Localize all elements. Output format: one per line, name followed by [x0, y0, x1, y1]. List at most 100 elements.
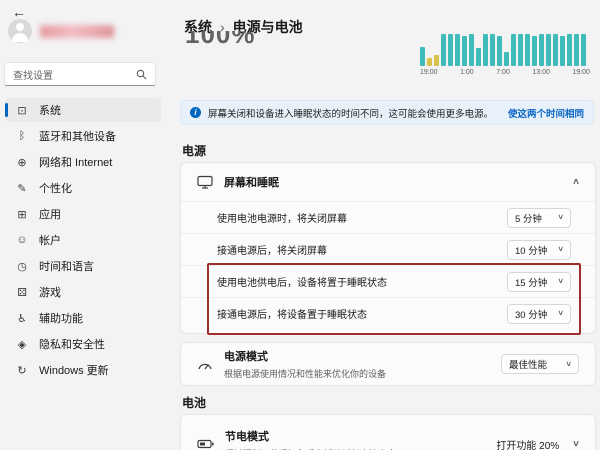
sidebar-item-label: 帐户: [39, 232, 61, 248]
chart-bar: [504, 52, 509, 66]
bluetooth-icon: ᛒ: [15, 130, 29, 142]
dropdown-value: 10 分钟: [515, 243, 547, 257]
sidebar-item-label: 应用: [39, 206, 61, 222]
chart-bar: [553, 34, 558, 66]
sleep-battery-dropdown[interactable]: 15 分钟 ˅: [507, 272, 571, 292]
sidebar-item-label: 蓝牙和其他设备: [39, 128, 116, 144]
back-button[interactable]: ←: [12, 4, 26, 20]
power-mode-card: 电源模式 根据电源使用情况和性能来优化你的设备 最佳性能 ˅: [180, 342, 596, 386]
screen-sleep-header[interactable]: 屏幕和睡眠 ˄: [181, 163, 595, 201]
sidebar-item-label: 系统: [39, 102, 61, 118]
chart-tick-label: 19:00: [572, 69, 590, 76]
sidebar-item-windows-update[interactable]: ↻ Windows 更新: [5, 358, 161, 382]
privacy-icon: ◈: [15, 338, 29, 351]
chart-bar: [462, 36, 467, 66]
chevron-down-icon: ˅: [566, 360, 571, 369]
setting-row-sleep-plugged: 接通电源后，将设备置于睡眠状态 30 分钟 ˅: [181, 297, 595, 329]
account-row[interactable]: [8, 19, 114, 43]
setting-row-screen-off-plugged: 接通电源后，将关闭屏幕 10 分钟 ˅: [181, 233, 595, 265]
power-mode-icon: [197, 358, 213, 371]
banner-link[interactable]: 使这两个时间相同: [508, 106, 584, 120]
chart-bar: [525, 34, 530, 66]
network-icon: ⊕: [15, 156, 29, 169]
search-input[interactable]: 查找设置: [4, 62, 156, 86]
setting-label: 接通电源后，将关闭屏幕: [217, 242, 327, 257]
chart-bar: [483, 34, 488, 66]
chevron-down-icon: ˅: [558, 213, 563, 222]
dropdown-value: 15 分钟: [515, 275, 547, 289]
battery-saver-value: 打开功能 20%: [496, 437, 559, 450]
chart-bar: [427, 58, 432, 66]
setting-label: 接通电源后，将设备置于睡眠状态: [217, 306, 367, 321]
sidebar-item-personalization[interactable]: ✎ 个性化: [5, 176, 161, 200]
chart-bar: [567, 34, 572, 66]
setting-label: 使用电池电源时，将关闭屏幕: [217, 210, 347, 225]
battery-saver-card: 节电模式 通过限制一些通知和后台活动延长电池寿命 打开功能 20% ˅: [180, 414, 596, 450]
power-mode-subtitle: 根据电源使用情况和性能来优化你的设备: [224, 367, 386, 380]
sidebar-item-bluetooth[interactable]: ᛒ 蓝牙和其他设备: [5, 124, 161, 148]
chevron-down-icon: ˅: [573, 439, 579, 450]
accounts-icon: ☺: [15, 234, 29, 246]
chevron-down-icon: ˅: [558, 245, 563, 254]
sidebar-item-privacy[interactable]: ◈ 隐私和安全性: [5, 332, 161, 356]
sidebar-item-label: 隐私和安全性: [39, 336, 105, 352]
chart-bar: [581, 34, 586, 66]
chart-bars: [420, 34, 590, 66]
chevron-down-icon: ˅: [558, 277, 563, 286]
power-mode-dropdown[interactable]: 最佳性能 ˅: [501, 354, 579, 374]
dropdown-value: 30 分钟: [515, 307, 547, 321]
sidebar-item-label: 个性化: [39, 180, 72, 196]
avatar: [8, 19, 32, 43]
sidebar-item-accounts[interactable]: ☺ 帐户: [5, 228, 161, 252]
power-mode-title: 电源模式: [224, 348, 386, 364]
chart-bar: [518, 34, 523, 66]
sidebar-item-label: 时间和语言: [39, 258, 94, 274]
screen-off-battery-dropdown[interactable]: 5 分钟 ˅: [507, 208, 571, 228]
gaming-icon: ⚄: [15, 286, 29, 299]
dropdown-value: 最佳性能: [509, 357, 547, 371]
main-content: 系统 › 电源与电池 100% 19:001:007:0013:0019:00 …: [166, 0, 600, 450]
chart-bar: [560, 36, 565, 66]
info-banner: i 屏幕关闭和设备进入睡眠状态的时间不同，这可能会使用更多电源。 使这两个时间相…: [180, 100, 594, 125]
sidebar-item-gaming[interactable]: ⚄ 游戏: [5, 280, 161, 304]
chart-tick-label: 19:00: [420, 69, 438, 76]
setting-row-screen-off-battery: 使用电池电源时，将关闭屏幕 5 分钟 ˅: [181, 201, 595, 233]
screen-off-plugged-dropdown[interactable]: 10 分钟 ˅: [507, 240, 571, 260]
time-language-icon: ◷: [15, 260, 29, 273]
personalization-icon: ✎: [15, 182, 29, 195]
chart-bar: [469, 34, 474, 66]
battery-saver-expander[interactable]: 打开功能 20% ˅: [496, 437, 579, 450]
battery-percent-clipped: 100%: [185, 31, 256, 48]
sidebar-item-label: Windows 更新: [39, 362, 109, 378]
settings-window: ← 查找设置 ⊡ 系统 ᛒ 蓝牙和其他设备 ⊕ 网络和 Internet: [0, 0, 600, 450]
banner-text: 屏幕关闭和设备进入睡眠状态的时间不同，这可能会使用更多电源。: [208, 106, 493, 120]
battery-saver-icon: [197, 438, 214, 450]
chart-bar: [497, 36, 502, 66]
sidebar-item-network[interactable]: ⊕ 网络和 Internet: [5, 150, 161, 174]
sidebar-item-time-language[interactable]: ◷ 时间和语言: [5, 254, 161, 278]
chart-bar: [448, 34, 453, 66]
battery-section-title: 电池: [182, 394, 206, 411]
chart-bar: [476, 48, 481, 66]
chart-tick-label: 13:00: [532, 69, 550, 76]
sidebar-item-label: 辅助功能: [39, 310, 83, 326]
sidebar-item-label: 网络和 Internet: [39, 154, 112, 170]
battery-usage-chart: 19:001:007:0013:0019:00: [420, 34, 590, 76]
user-name-blurred: [40, 25, 114, 38]
chevron-up-icon: ˄: [573, 177, 579, 188]
system-icon: ⊡: [15, 104, 29, 117]
setting-row-sleep-battery: 使用电池供电后，设备将置于睡眠状态 15 分钟 ˅: [181, 265, 595, 297]
search-icon: [136, 69, 147, 80]
sidebar-item-system[interactable]: ⊡ 系统: [5, 98, 161, 122]
chart-tick-label: 1:00: [460, 69, 474, 76]
sidebar-item-accessibility[interactable]: ♿ 辅助功能: [5, 306, 161, 330]
sidebar: ← 查找设置 ⊡ 系统 ᛒ 蓝牙和其他设备 ⊕ 网络和 Internet: [0, 0, 166, 450]
accessibility-icon: ♿: [15, 312, 29, 325]
sleep-plugged-dropdown[interactable]: 30 分钟 ˅: [507, 304, 571, 324]
chart-bar: [546, 34, 551, 66]
chart-bar: [539, 34, 544, 66]
info-icon: i: [190, 107, 201, 118]
chart-bar: [441, 34, 446, 66]
sidebar-item-apps[interactable]: ⊞ 应用: [5, 202, 161, 226]
battery-saver-title: 节电模式: [225, 428, 396, 444]
